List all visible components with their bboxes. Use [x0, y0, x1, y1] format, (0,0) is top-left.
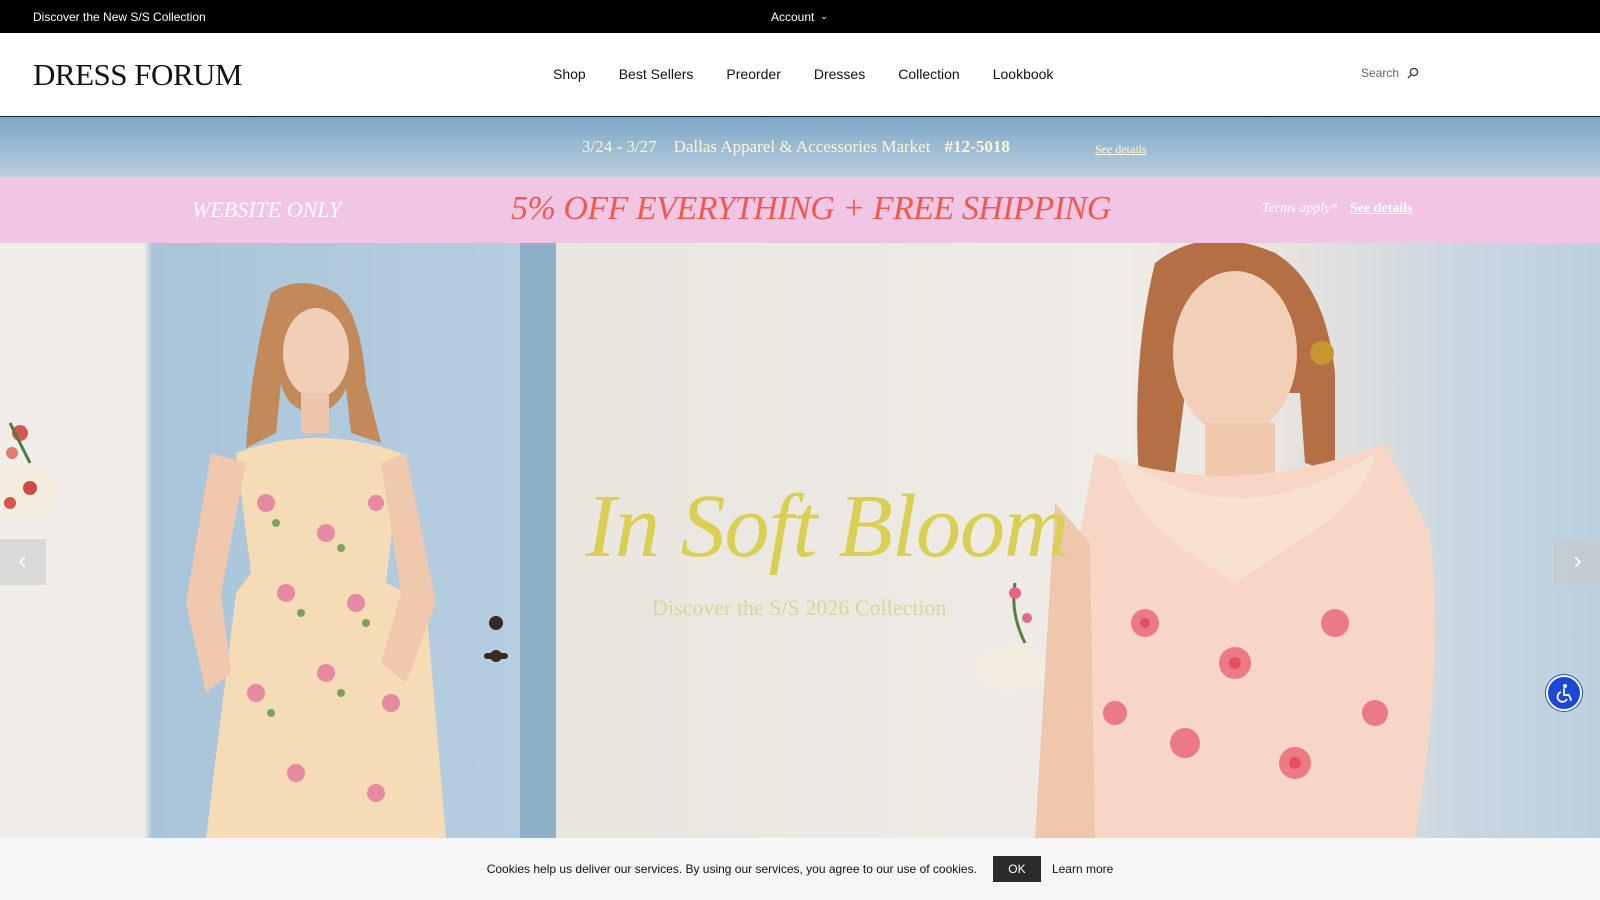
top-announcement-bar: Discover the New S/S Collection Account … [0, 0, 1600, 33]
chevron-left-icon [18, 556, 26, 568]
hero-door-handle [484, 616, 508, 662]
market-dates: 3/24 - 3/27 [582, 137, 657, 156]
accessibility-button[interactable] [1546, 675, 1582, 711]
accessibility-icon [1556, 684, 1572, 703]
hero-flower-pot-left [0, 422, 60, 521]
hero-title: In Soft Bloom [586, 477, 1069, 576]
hero-carousel[interactable]: In Soft Bloom Discover the S/S 2026 Coll… [0, 243, 1600, 838]
chevron-down-icon: ⌄ [820, 10, 828, 21]
chevron-right-icon [1574, 556, 1582, 568]
account-label: Account [771, 10, 815, 24]
cookie-message: Cookies help us deliver our services. By… [486, 862, 977, 876]
search-label: Search [1361, 66, 1400, 80]
hero-door-frame [520, 243, 556, 838]
site-logo[interactable]: DRESS FORUM [33, 57, 243, 93]
promo-website-only: WEBSITE ONLY [192, 197, 342, 222]
promo-banner: WEBSITE ONLY 5% OFF EVERYTHING + FREE SH… [0, 177, 1600, 243]
cookie-ok-button[interactable]: OK [992, 856, 1041, 882]
cookie-learn-more-link[interactable]: Learn more [1052, 862, 1113, 876]
search-icon [1407, 67, 1419, 79]
site-header: DRESS FORUM Shop Best Sellers Preorder D… [0, 33, 1600, 117]
nav-item-preorder[interactable]: Preorder [726, 66, 780, 82]
nav-item-dresses[interactable]: Dresses [814, 66, 865, 82]
market-see-details-link[interactable]: See details [1095, 142, 1147, 157]
carousel-prev-button[interactable] [0, 539, 46, 585]
topbar-promo-link[interactable]: Discover the New S/S Collection [33, 10, 206, 24]
search-button[interactable]: Search [1361, 66, 1419, 80]
carousel-next-button[interactable] [1554, 539, 1600, 585]
main-nav: Shop Best Sellers Preorder Dresses Colle… [553, 66, 1086, 82]
nav-item-lookbook[interactable]: Lookbook [993, 66, 1054, 82]
hero-model-left [186, 283, 446, 838]
promo-terms: Terms apply* [1262, 201, 1338, 216]
market-banner: 3/24 - 3/27 Dallas Apparel & Accessories… [0, 117, 1600, 177]
hero-subtitle[interactable]: Discover the S/S 2026 Collection [652, 595, 947, 621]
market-text: 3/24 - 3/27 Dallas Apparel & Accessories… [582, 137, 1010, 157]
account-dropdown[interactable]: Account ⌄ [771, 10, 828, 24]
nav-item-collection[interactable]: Collection [898, 66, 959, 82]
cookie-banner: Cookies help us deliver our services. By… [0, 838, 1600, 900]
promo-deal: 5% OFF EVERYTHING + FREE SHIPPING [511, 190, 1111, 227]
promo-see-details-link[interactable]: See details [1350, 201, 1413, 217]
hero-model-right [1035, 243, 1435, 838]
nav-item-best-sellers[interactable]: Best Sellers [619, 66, 694, 82]
nav-item-shop[interactable]: Shop [553, 66, 586, 82]
market-event: Dallas Apparel & Accessories Market [673, 137, 931, 156]
market-booth: #12-5018 [944, 137, 1010, 156]
